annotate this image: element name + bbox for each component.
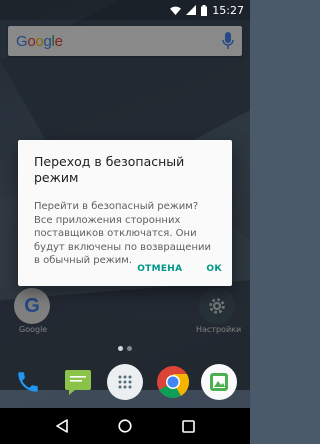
status-bar: 15:27 [0,0,250,20]
home-icon[interactable] [116,417,134,435]
recents-icon[interactable] [179,417,197,435]
signal-icon [186,5,197,15]
navigation-bar [0,408,250,444]
safe-mode-dialog: Переход в безопасный режим Перейти в без… [18,140,232,286]
battery-icon [201,4,208,16]
cancel-button[interactable]: ОТМЕНА [137,264,182,274]
page-indicator [118,346,132,351]
status-time: 15:27 [212,3,244,17]
page-dot [127,346,132,351]
back-icon[interactable] [53,417,71,435]
messages-icon[interactable] [60,364,96,400]
dialog-actions: ОТМЕНА ОК [137,264,222,274]
dialog-message: Перейти в безопасный режим? Все приложен… [34,201,211,266]
page-dot-active [118,346,123,351]
all-apps-icon[interactable] [107,364,143,400]
ok-button[interactable]: ОК [206,264,222,274]
wifi-icon [170,6,182,15]
chrome-icon[interactable] [155,364,191,400]
dock [0,356,250,408]
dialog-title: Переход в безопасный режим [34,154,185,185]
phone-icon[interactable] [10,364,46,400]
camera-icon[interactable] [201,364,237,400]
